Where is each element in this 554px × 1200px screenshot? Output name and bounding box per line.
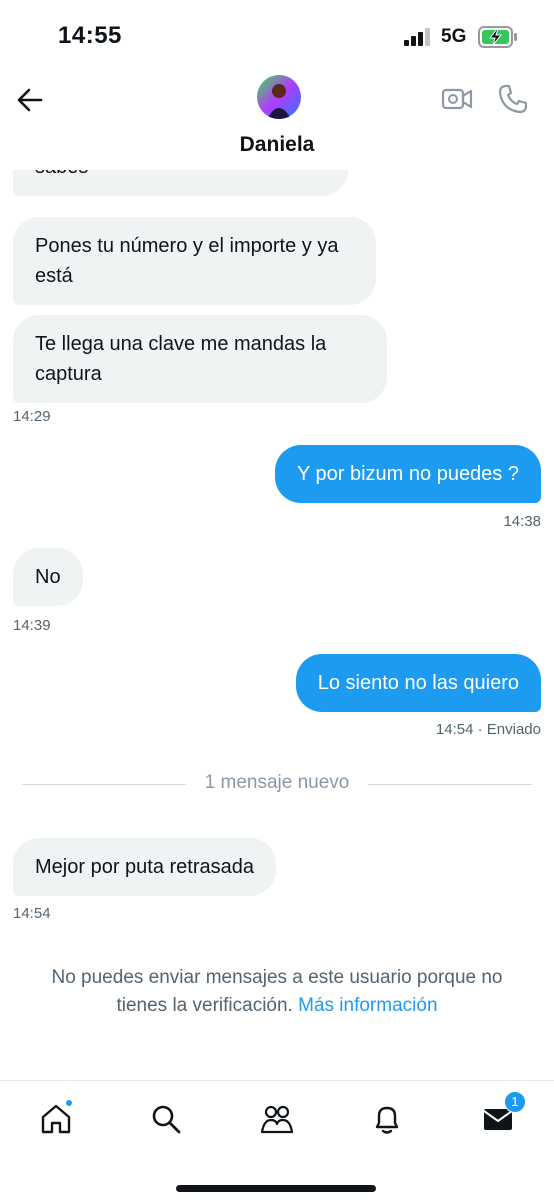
contact-name[interactable]: Daniela bbox=[0, 133, 554, 157]
message-timestamp: 14:39 bbox=[13, 617, 51, 634]
nav-notifications[interactable] bbox=[367, 1099, 407, 1139]
message-bubble[interactable]: Lo siento no las quiero bbox=[295, 654, 541, 712]
more-info-link[interactable]: Más información bbox=[298, 995, 437, 1016]
phone-icon bbox=[498, 84, 528, 114]
nav-home[interactable] bbox=[36, 1098, 76, 1139]
message-timestamp: 14:29 bbox=[13, 408, 51, 425]
message-bubble[interactable]: Te llega una clave me mandas la captura bbox=[13, 315, 387, 403]
verification-notice: No puedes enviar mensajes a este usuario… bbox=[0, 964, 554, 1020]
status-time: 14:55 bbox=[58, 22, 122, 49]
communities-icon bbox=[260, 1105, 294, 1134]
divider-label: 1 mensaje nuevo bbox=[204, 772, 350, 793]
arrow-left-icon bbox=[17, 88, 43, 112]
notice-line-1: No puedes enviar mensajes a este usuario… bbox=[51, 967, 503, 988]
search-icon bbox=[152, 1105, 181, 1134]
message-bubble[interactable]: Pones tu número y el importe y ya está bbox=[13, 217, 376, 305]
phone-call-button[interactable] bbox=[496, 82, 530, 116]
back-button[interactable] bbox=[14, 84, 46, 116]
nav-search[interactable] bbox=[146, 1099, 186, 1139]
bell-icon bbox=[375, 1106, 399, 1134]
nav-messages[interactable]: 1 bbox=[478, 1091, 526, 1139]
home-indicator[interactable] bbox=[176, 1185, 376, 1192]
message-bubble[interactable]: Y por bizum no puedes ? bbox=[274, 445, 541, 503]
signal-icon bbox=[404, 28, 430, 46]
nav-communities[interactable] bbox=[257, 1099, 297, 1139]
message-timestamp: 14:54 · Enviado bbox=[436, 721, 541, 738]
message-timestamp: 14:38 bbox=[503, 513, 541, 530]
dm-screen: 14:55 5G sabes Pones tu número y el impo… bbox=[0, 0, 554, 1200]
conversation-header: Daniela bbox=[0, 70, 554, 170]
notice-line-2: tienes la verificación. Más información bbox=[0, 992, 554, 1020]
message-time: 14:54 bbox=[435, 721, 474, 738]
message-bubble[interactable]: No bbox=[13, 548, 83, 606]
message-text: Mejor por puta retrasada bbox=[35, 856, 255, 878]
bottom-nav: 1 bbox=[0, 1080, 554, 1200]
avatar-image bbox=[257, 75, 301, 119]
new-messages-divider: 1 mensaje nuevo bbox=[22, 772, 532, 796]
network-label: 5G bbox=[441, 26, 467, 47]
message-bubble[interactable]: Mejor por puta retrasada bbox=[13, 838, 277, 896]
video-camera-icon bbox=[441, 88, 473, 110]
battery-charging-icon bbox=[478, 26, 517, 48]
status-bar: 14:55 5G bbox=[0, 0, 554, 70]
message-text: Y por bizum no puedes ? bbox=[296, 463, 519, 485]
message-text: Te llega una clave me mandas la captura bbox=[35, 333, 327, 385]
message-text: Pones tu número y el importe y ya está bbox=[35, 235, 339, 287]
notice-text: tienes la verificación. bbox=[116, 995, 293, 1016]
message-text: Lo siento no las quiero bbox=[317, 672, 519, 694]
messages-count-badge: 1 bbox=[504, 1091, 526, 1113]
avatar[interactable] bbox=[257, 75, 301, 119]
message-timestamp: 14:54 bbox=[13, 905, 51, 922]
notification-dot bbox=[64, 1098, 74, 1108]
delivery-status: · Enviado bbox=[477, 721, 541, 738]
message-text: No bbox=[35, 566, 61, 588]
message-list[interactable]: sabes Pones tu número y el importe y ya … bbox=[0, 150, 554, 1080]
video-call-button[interactable] bbox=[440, 84, 474, 114]
